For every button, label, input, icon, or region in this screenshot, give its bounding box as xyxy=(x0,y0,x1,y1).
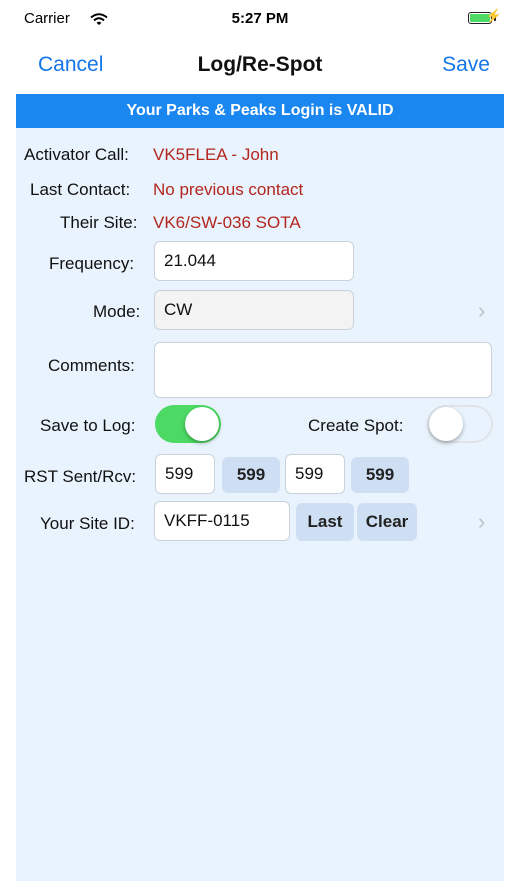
page-title: Log/Re-Spot xyxy=(197,53,323,76)
login-status-banner: Your Parks & Peaks Login is VALID xyxy=(16,94,504,128)
charging-icon: ⚡ xyxy=(485,8,502,23)
site-id-chevron-icon[interactable]: › xyxy=(478,509,485,535)
rst-rcv-input[interactable]: 599 xyxy=(285,454,345,494)
rst-sent-input[interactable]: 599 xyxy=(155,454,215,494)
their-site-label: Their Site: xyxy=(60,213,138,232)
mode-chevron-icon[interactable]: › xyxy=(478,298,485,324)
rst-label: RST Sent/Rcv: xyxy=(24,467,137,486)
clear-button[interactable]: Clear xyxy=(357,503,417,541)
comments-label: Comments: xyxy=(48,356,135,375)
rst-sent-button[interactable]: 599 xyxy=(222,457,280,493)
frequency-label: Frequency: xyxy=(49,254,135,273)
activator-call-value: VK5FLEA - John xyxy=(153,145,279,164)
create-spot-toggle[interactable] xyxy=(427,405,493,443)
app-screen: Carrier 5:27 PM ⚡ Cancel Log/Re-Spot Sav… xyxy=(16,0,504,881)
site-id-label: Your Site ID: xyxy=(40,514,135,533)
navigation-bar: Cancel Log/Re-Spot Save xyxy=(16,38,504,94)
create-spot-label: Create Spot: xyxy=(308,416,404,435)
their-site-value: VK6/SW-036 SOTA xyxy=(153,213,301,232)
rst-rcv-button[interactable]: 599 xyxy=(351,457,409,493)
activator-call-label: Activator Call: xyxy=(24,145,129,164)
site-id-input[interactable]: VKFF-0115 xyxy=(154,501,290,541)
save-to-log-label: Save to Log: xyxy=(40,416,136,435)
status-time: 5:27 PM xyxy=(231,10,289,27)
frequency-input[interactable]: 21.044 xyxy=(154,241,354,281)
last-contact-label: Last Contact: xyxy=(30,180,131,199)
save-to-log-toggle[interactable] xyxy=(155,405,221,443)
last-contact-value: No previous contact xyxy=(153,180,304,199)
mode-select[interactable]: CW xyxy=(154,290,354,330)
toggle-knob xyxy=(185,407,219,441)
status-bar: Carrier 5:27 PM ⚡ xyxy=(16,0,504,38)
mode-label: Mode: xyxy=(93,302,141,321)
save-button[interactable]: Save xyxy=(442,53,490,77)
toggle-knob xyxy=(429,407,463,441)
comments-input[interactable] xyxy=(154,342,492,398)
last-button[interactable]: Last xyxy=(296,503,354,541)
